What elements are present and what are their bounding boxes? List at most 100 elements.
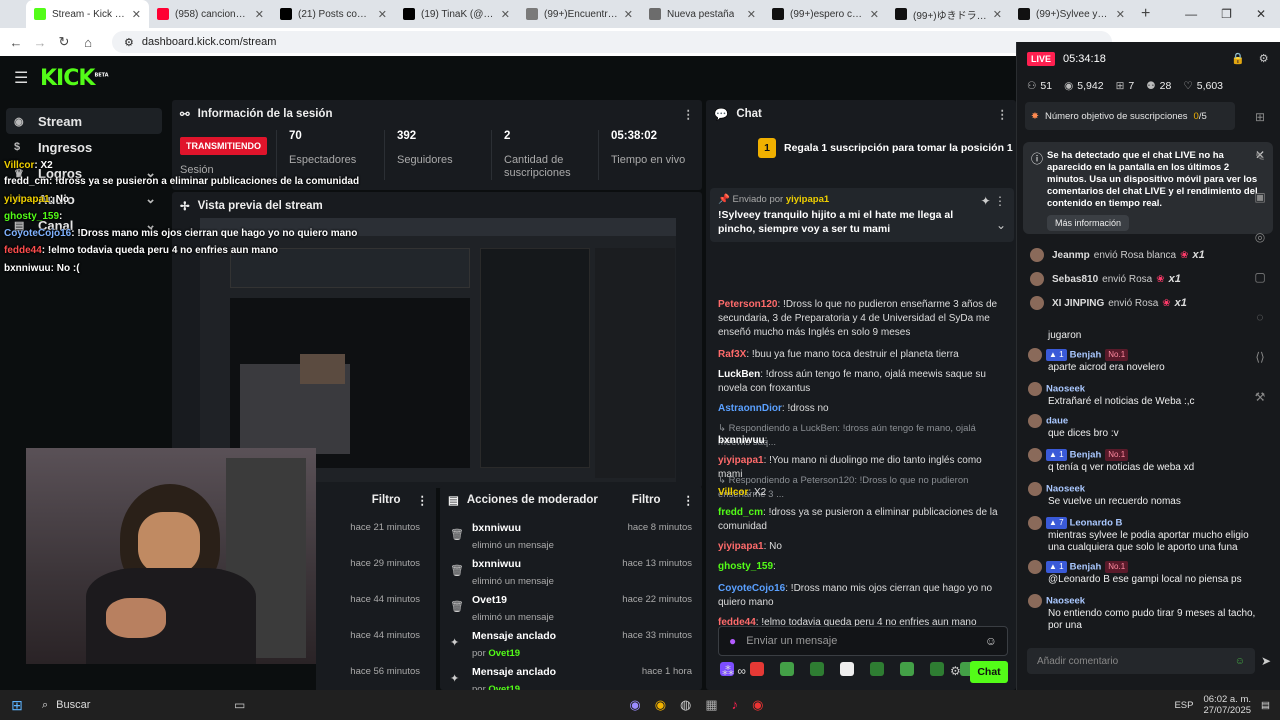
chat-username[interactable]: ghosty_159 <box>718 561 773 572</box>
windows-start-icon[interactable]: ⊞ <box>0 697 34 714</box>
chat-message[interactable]: AstraonnDior: !dross no <box>718 402 1008 416</box>
comment-user[interactable]: Naoseek <box>1046 384 1085 395</box>
chat-message[interactable]: ghosty_159: <box>718 560 1008 574</box>
chat-message[interactable]: bxnniwuu: <box>718 434 1008 448</box>
chat-message[interactable]: LuckBen: !dross aún tengo fe mano, ojalá… <box>718 368 1008 396</box>
tab-close-icon[interactable]: ✕ <box>132 8 141 21</box>
comment-user[interactable]: Benjah <box>1070 562 1102 573</box>
chat-username[interactable]: yiyipapa1 <box>718 455 764 466</box>
chat-username[interactable]: CoyoteCojo16 <box>718 583 785 594</box>
restore-icon[interactable]: ❐ <box>1221 7 1232 21</box>
chat-username[interactable]: fredd_cm <box>718 507 763 518</box>
chat-message[interactable]: yiyipapa1: No <box>718 540 1008 554</box>
live-comment[interactable]: ▲ 7 Leonardo Bmientras sylvee le podia ap… <box>1028 516 1268 554</box>
tab-close-icon[interactable]: ✕ <box>378 8 387 21</box>
task-view-icon[interactable]: ▭ <box>234 698 245 712</box>
emote-icon[interactable] <box>870 662 884 676</box>
alert-more-info-button[interactable]: Más información <box>1047 215 1130 231</box>
live-comment[interactable]: daue que dices bro :v <box>1028 414 1268 440</box>
chat-username[interactable]: LuckBen <box>718 369 760 380</box>
tool-icon-3[interactable]: ▣ <box>1240 190 1280 230</box>
url-field[interactable]: ⚙ dashboard.kick.com/stream <box>112 31 1112 53</box>
expand-pinned-icon[interactable]: ⌄ <box>996 218 1006 232</box>
chat-message[interactable]: CoyoteCojo16: !Dross mano mis ojos cierr… <box>718 582 1008 610</box>
chat-username[interactable]: Villcor <box>718 487 748 498</box>
back-icon[interactable]: ← <box>4 35 28 50</box>
tab-close-icon[interactable]: ✕ <box>255 8 264 21</box>
kick-logo[interactable]: KICKBETA <box>40 66 109 91</box>
home-icon[interactable]: ⌂ <box>76 35 100 50</box>
points-icon[interactable]: ⁂ <box>722 664 734 678</box>
tool-icon-4[interactable]: ◎ <box>1240 230 1280 270</box>
comment-user[interactable]: Naoseek <box>1046 484 1085 495</box>
live-comment[interactable]: Naoseek Se vuelve un recuerdo nomas <box>1028 482 1268 508</box>
app-icon-3[interactable]: ◍ <box>680 697 691 713</box>
chat-username[interactable]: Peterson120 <box>718 299 777 310</box>
live-comment[interactable]: ▲ 1 Benjah No.1 q tenía q ver noticias de w… <box>1028 448 1268 474</box>
tool-icon-2[interactable]: ✎ <box>1240 150 1280 190</box>
chrome-icon[interactable]: ◉ <box>655 697 666 713</box>
chat-message[interactable]: Villcor: X2 <box>718 486 1008 500</box>
browser-tab[interactable]: (99+)Encuentra 'syda ✕ <box>518 0 641 28</box>
tool-icon-7[interactable]: ⟨⟩ <box>1240 350 1280 390</box>
emoji-icon[interactable]: ☺ <box>985 634 997 648</box>
comment-user[interactable]: Benjah <box>1070 450 1102 461</box>
emote-icon[interactable] <box>840 662 854 676</box>
unpin-icon[interactable]: ✦ ⋮ <box>981 194 1006 208</box>
chat-username[interactable]: Raf3X <box>718 349 746 360</box>
send-icon[interactable]: ➤ <box>1261 654 1271 668</box>
taskbar-search[interactable]: ⌕ Buscar <box>34 693 224 717</box>
live-comment[interactable]: Naoseek Extrañaré el noticias de Weba :,c <box>1028 382 1268 408</box>
chat-more-icon[interactable]: ⋮ <box>997 107 1009 121</box>
browser-tab[interactable]: (958) canciones q ✕ <box>149 0 272 28</box>
gift-rank-banner[interactable]: 1 Regala 1 suscripción para tomar la pos… <box>758 138 1013 158</box>
live-comment[interactable]: ▲ 1 Benjah No.1 aparte aicrod era novelero <box>1028 348 1268 374</box>
lock-icon[interactable]: 🔒 <box>1231 52 1245 65</box>
tab-close-icon[interactable]: ✕ <box>1116 8 1125 21</box>
mod-more-icon[interactable]: ⋮ <box>683 493 695 507</box>
emote-icon[interactable] <box>900 662 914 676</box>
tool-icon-1[interactable]: ⊞ <box>1240 110 1280 150</box>
chat-input[interactable]: ● Enviar un mensaje ☺ <box>718 626 1008 656</box>
infinity-icon[interactable]: ∞ <box>737 664 746 678</box>
tab-close-icon[interactable]: ✕ <box>870 8 879 21</box>
tab-close-icon[interactable]: ✕ <box>993 8 1002 21</box>
stream-video-thumbnail[interactable] <box>200 218 676 482</box>
app-icon-4[interactable]: ▦ <box>705 697 717 713</box>
add-comment-input[interactable]: Añadir comentario ☺ <box>1027 648 1255 674</box>
pinned-message[interactable]: 📌 Enviado por yiyipapa1 !Sylveey tranqui… <box>710 188 1014 242</box>
sidebar-item-ingresos[interactable]: $ Ingresos <box>6 134 162 160</box>
emote-icon[interactable] <box>750 662 764 676</box>
notification-icon[interactable]: ▤ <box>1261 700 1270 711</box>
mic-icon[interactable]: ● <box>729 634 736 648</box>
chat-send-button[interactable]: Chat <box>970 661 1008 683</box>
forward-icon[interactable]: → <box>28 35 52 50</box>
browser-tab[interactable]: (99+)ゆきドラで(パズリ ✕ <box>887 0 1010 28</box>
session-more-icon[interactable]: ⋮ <box>683 107 695 121</box>
tool-icon-6[interactable]: ◌ <box>1240 310 1280 350</box>
app-icon-6[interactable]: ◉ <box>752 697 763 713</box>
browser-tab[interactable]: Stream - Kick Dashbo ✕ <box>26 0 149 28</box>
comment-user[interactable]: Leonardo B <box>1070 518 1123 529</box>
comment-user[interactable]: Naoseek <box>1046 596 1085 607</box>
comment-user[interactable]: Benjah <box>1070 350 1102 361</box>
chat-settings-icon[interactable]: ⚙ <box>950 664 961 678</box>
chat-username[interactable]: yiyipapa1 <box>718 541 764 552</box>
emoji-icon[interactable]: ☺ <box>1235 656 1245 667</box>
language-indicator[interactable]: ESP <box>1174 700 1193 711</box>
browser-tab[interactable]: (19) TinaK (@bibliod ✕ <box>395 0 518 28</box>
chat-username[interactable]: bxnniwuu <box>718 435 765 446</box>
chat-message[interactable]: Raf3X: !buu ya fue mano toca destruir el… <box>718 348 1008 362</box>
emote-icon[interactable] <box>930 662 944 676</box>
sub-goal-bar[interactable]: ✸ Número objetivo de suscripciones 0/5 <box>1025 102 1235 130</box>
live-comment[interactable]: ▲ 1 Benjah No.1 @Leonardo B ese gampi local… <box>1028 560 1268 586</box>
activity-filter-button[interactable]: Filtro <box>372 494 401 506</box>
chat-message[interactable]: fredd_cm: !dross ya se pusieron a elimin… <box>718 506 1008 534</box>
emote-icon[interactable] <box>810 662 824 676</box>
tool-icon-5[interactable]: ▢ <box>1240 270 1280 310</box>
comment-user[interactable]: daue <box>1046 416 1068 427</box>
chat-message[interactable]: Peterson120: !Dross lo que no pudieron e… <box>718 298 1008 340</box>
browser-tab[interactable]: (99+)espero creer so ✕ <box>764 0 887 28</box>
tab-close-icon[interactable]: ✕ <box>747 8 756 21</box>
sidebar-item-stream[interactable]: ◉ Stream <box>6 108 162 134</box>
